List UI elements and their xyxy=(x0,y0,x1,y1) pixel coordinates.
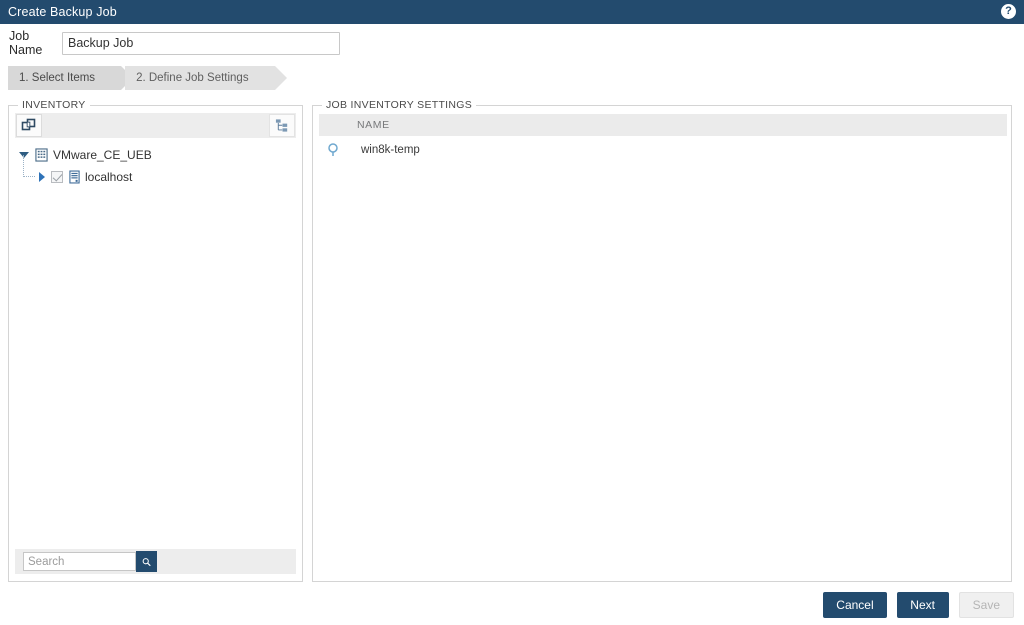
tree-node-checkbox[interactable] xyxy=(51,171,63,183)
inventory-search-footer xyxy=(15,549,296,574)
tree-view-glyph xyxy=(275,119,287,132)
wizard-step-label: 2. Define Job Settings xyxy=(136,72,249,84)
table-row[interactable]: win8k-temp xyxy=(319,140,1007,160)
job-name-label: Job Name xyxy=(9,29,43,57)
window-titlebar: Create Backup Job ? xyxy=(0,0,1024,24)
table-header-row: NAME xyxy=(319,114,1007,136)
wizard-step-label: 1. Select Items xyxy=(19,72,96,84)
tree-node-datacenter[interactable]: VMware_CE_UEB xyxy=(19,144,289,166)
job-inventory-settings-panel: JOB INVENTORY SETTINGS NAME win8k-temp xyxy=(312,99,1012,582)
inventory-toolbar xyxy=(15,113,296,138)
wizard-step-select-items[interactable]: 1. Select Items xyxy=(8,66,134,90)
datacenter-building-icon xyxy=(35,148,48,162)
triangle-right-icon[interactable] xyxy=(39,172,45,182)
linked-objects-icon[interactable] xyxy=(16,114,42,137)
server-tower-icon xyxy=(69,170,80,184)
tree-connector-line xyxy=(23,155,35,177)
job-inventory-settings-legend: JOB INVENTORY SETTINGS xyxy=(322,99,477,111)
create-backup-job-dialog: Create Backup Job ? Job Name 1. Select I… xyxy=(0,0,1024,625)
table-body: win8k-temp xyxy=(319,140,1007,160)
tree-node-host[interactable]: localhost xyxy=(19,155,289,188)
inventory-tree: VMware_CE_UEB localhost xyxy=(19,144,289,188)
help-circle-icon[interactable]: ? xyxy=(1001,4,1016,19)
cancel-button[interactable]: Cancel xyxy=(823,592,887,618)
wizard-step-define-job-settings[interactable]: 2. Define Job Settings xyxy=(125,66,287,90)
search-magnifier-icon xyxy=(142,557,151,566)
tree-node-label: VMware_CE_UEB xyxy=(53,148,152,162)
tree-view-icon[interactable] xyxy=(269,114,295,137)
inventory-panel: INVENTORY VMware_CE_UEB localhost Search xyxy=(8,99,303,582)
vm-marker-icon xyxy=(327,142,357,158)
vm-marker-glyph xyxy=(328,142,338,156)
job-name-row: Job Name xyxy=(0,24,1024,62)
inventory-legend: INVENTORY xyxy=(18,99,90,111)
linked-objects-glyph xyxy=(21,118,36,130)
search-button[interactable] xyxy=(136,551,157,572)
window-title: Create Backup Job xyxy=(8,5,117,19)
search-input[interactable] xyxy=(23,552,136,571)
dialog-footer-buttons: Cancel Next Save xyxy=(823,592,1014,618)
column-header-name: NAME xyxy=(357,119,390,131)
table-cell-name: win8k-temp xyxy=(361,144,420,156)
save-button: Save xyxy=(958,592,1014,618)
tree-node-label: localhost xyxy=(85,170,133,184)
next-button[interactable]: Next xyxy=(896,592,949,618)
job-name-input[interactable] xyxy=(62,31,340,55)
wizard-steps: 1. Select Items 2. Define Job Settings xyxy=(8,66,287,90)
